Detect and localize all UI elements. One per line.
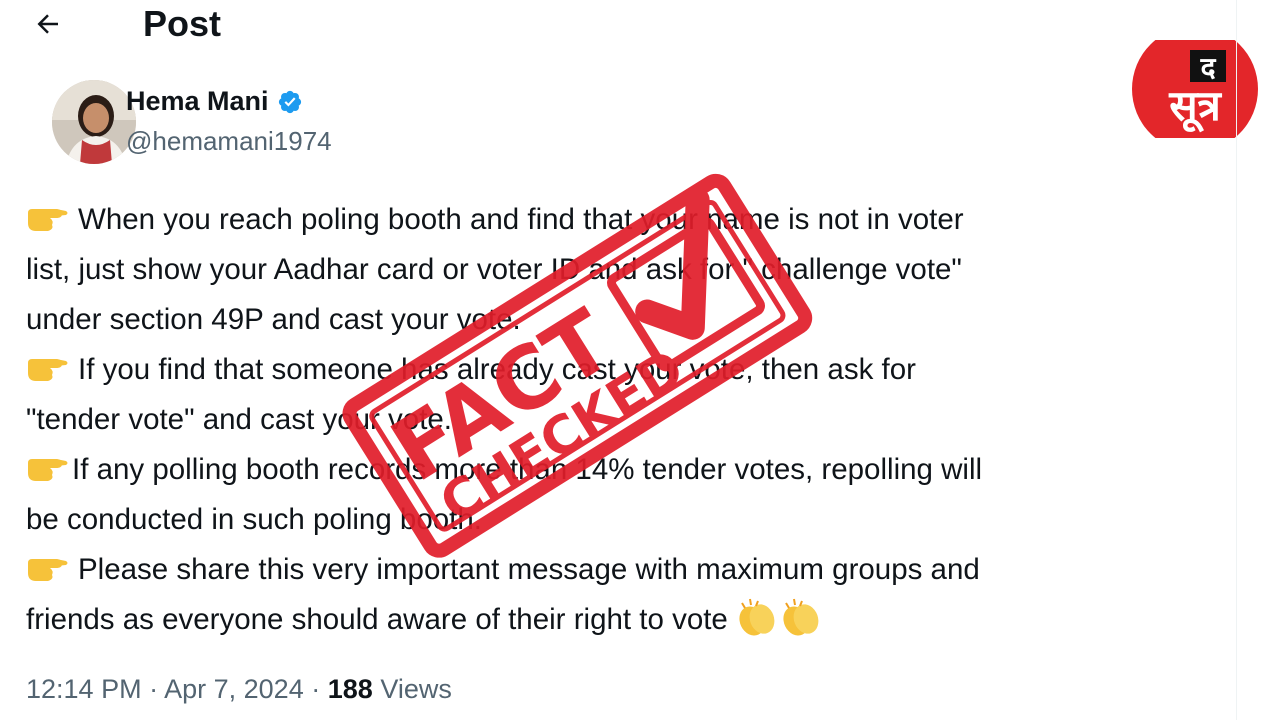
pointing-hand-emoji xyxy=(28,209,68,231)
post-date[interactable]: Apr 7, 2024 xyxy=(164,674,304,704)
column-divider xyxy=(1236,0,1237,720)
tweet-line: If you find that someone has already cas… xyxy=(26,345,1226,395)
page-title: Post xyxy=(143,3,222,44)
tweet-line-text: "tender vote" and cast your vote. xyxy=(26,403,452,436)
meta-separator: · xyxy=(149,674,159,704)
brand-logo: द सूत्र xyxy=(1132,26,1258,152)
tweet-line-text: be conducted in such poling booth. xyxy=(26,503,482,536)
back-button[interactable] xyxy=(26,2,70,46)
svg-text:द: द xyxy=(1200,51,1217,84)
tweet-line: list, just show your Aadhar card or vote… xyxy=(26,245,1226,295)
tweet-line: Please share this very important message… xyxy=(26,545,1226,595)
tweet-line-text: list, just show your Aadhar card or vote… xyxy=(26,253,962,286)
svg-text:सूत्र: सूत्र xyxy=(1168,81,1222,133)
tweet-line: under section 49P and cast your vote. xyxy=(26,295,1226,345)
tweet-line: friends as everyone should aware of thei… xyxy=(26,595,1226,645)
tweet-line-text: When you reach poling booth and find tha… xyxy=(78,203,964,236)
pointing-hand-emoji xyxy=(28,459,68,481)
pointing-hand-emoji xyxy=(28,559,68,581)
tweet-line-text: under section 49P and cast your vote. xyxy=(26,303,521,336)
meta-separator: · xyxy=(311,674,321,704)
author-name[interactable]: Hema Mani xyxy=(126,86,269,117)
pointing-hand-emoji xyxy=(28,359,68,381)
tweet-line: be conducted in such poling booth. xyxy=(26,495,1226,545)
tweet-text: When you reach poling booth and find tha… xyxy=(26,195,1226,645)
tweet-line: When you reach poling booth and find tha… xyxy=(26,195,1226,245)
tweet-line-text: Please share this very important message… xyxy=(78,553,980,586)
tweet-line: If any polling booth records more than 1… xyxy=(26,445,1226,495)
views-count: 188 xyxy=(327,674,373,704)
avatar[interactable] xyxy=(52,80,136,164)
clapping-hands-emoji xyxy=(739,598,775,636)
tweet-meta: 12:14 PM · Apr 7, 2024 · 188 Views xyxy=(26,674,452,705)
top-bar: Post xyxy=(0,0,1280,50)
post-time[interactable]: 12:14 PM xyxy=(26,674,142,704)
author-handle[interactable]: @hemamani1974 xyxy=(126,126,332,157)
tweet-line-text: If any polling booth records more than 1… xyxy=(72,453,983,486)
tweet-line-text: friends as everyone should aware of thei… xyxy=(26,603,728,636)
tweet-line: "tender vote" and cast your vote. xyxy=(26,395,1226,445)
clapping-hands-emoji xyxy=(783,598,819,636)
verified-badge-icon xyxy=(278,90,301,113)
arrow-left-icon xyxy=(37,14,58,34)
tweet-line-text: If you find that someone has already cas… xyxy=(78,353,916,386)
views-label: Views xyxy=(380,674,452,704)
author-name-row: Hema Mani xyxy=(126,86,303,117)
